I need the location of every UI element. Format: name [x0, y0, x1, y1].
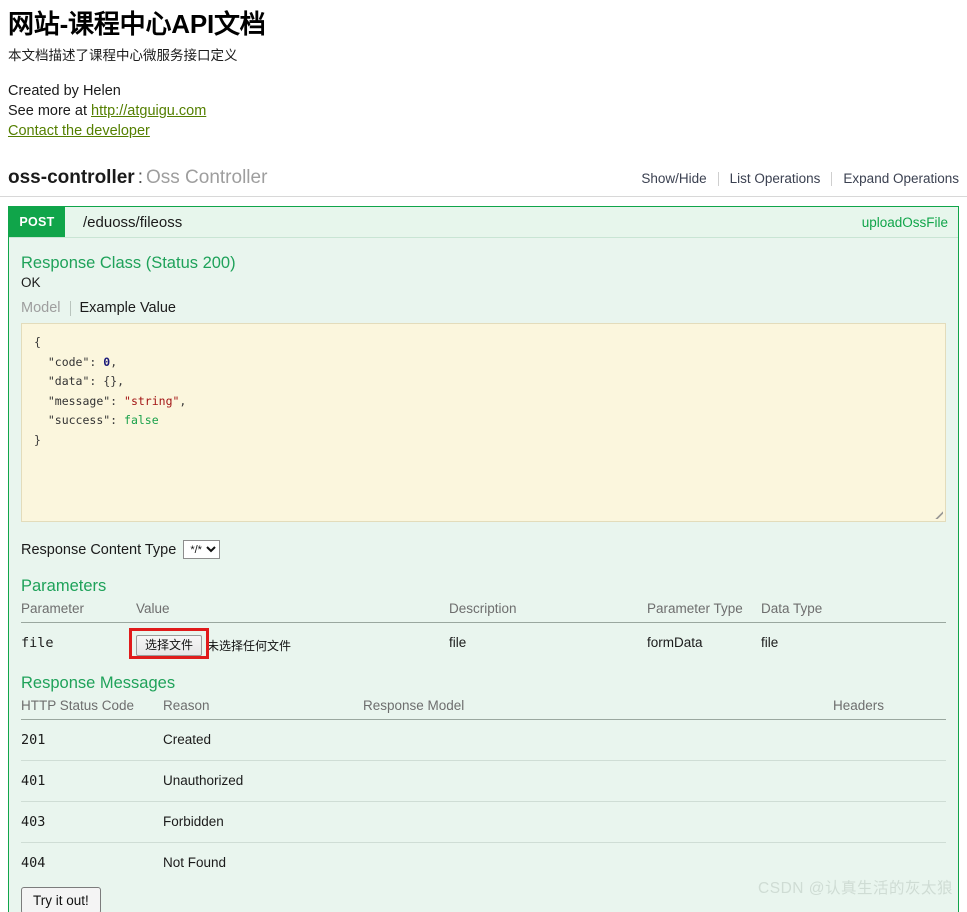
status-headers [833, 760, 946, 803]
response-content-type-label: Response Content Type [21, 541, 177, 558]
status-reason: Created [163, 719, 363, 762]
operation-bar[interactable]: POST /eduoss/fileoss uploadOssFile [9, 207, 958, 238]
try-it-out-button[interactable]: Try it out! [21, 887, 101, 912]
resource-operation-links: Show/Hide List Operations Expand Operati… [641, 171, 959, 186]
contact-line: Contact the developer [8, 122, 959, 142]
api-meta: Created by Helen See more at http://atgu… [8, 82, 959, 141]
operation-body: Response Class (Status 200) OK Model Exa… [9, 237, 958, 912]
see-more-line: See more at http://atguigu.com [8, 102, 959, 122]
operation-path[interactable]: /eduoss/fileoss [65, 207, 862, 237]
code-key-data: "data" [47, 374, 90, 389]
resource-name[interactable]: oss-controller [8, 167, 135, 188]
resource-separator: : [137, 167, 143, 189]
code-value-data: {} [103, 374, 118, 389]
status-headers [833, 719, 946, 762]
status-reason: Forbidden [163, 801, 363, 844]
code-line: "message": "string", [47, 393, 187, 408]
response-class-status: OK [21, 275, 41, 291]
col-parameter-type: Parameter Type [647, 598, 761, 624]
code-line-close: } [34, 431, 933, 451]
see-more-prefix: See more at [8, 103, 92, 119]
model-tabs: Model Example Value [21, 300, 946, 316]
response-messages-table: HTTP Status Code Reason Response Model H… [21, 695, 946, 883]
col-reason: Reason [163, 695, 363, 721]
col-value: Value [136, 598, 449, 624]
table-row: 401 Unauthorized [21, 760, 946, 803]
api-description: 本文档描述了课程中心微服务接口定义 [8, 47, 238, 63]
contact-developer-link[interactable]: Contact the developer [8, 123, 150, 139]
col-parameter: Parameter [21, 598, 136, 624]
code-close-brace: } [34, 432, 41, 447]
code-line: "code": 0, [47, 354, 118, 369]
operation-nickname[interactable]: uploadOssFile [862, 207, 958, 237]
table-row: 201 Created [21, 719, 946, 762]
code-value-message: "string" [124, 393, 180, 408]
code-key-success: "success" [47, 413, 111, 428]
code-comma: , [117, 374, 125, 389]
file-input-wrapper[interactable]: 选择文件 未选择任何文件 [129, 628, 292, 660]
table-row: file 选择文件 未选择任何文件 file formData file [21, 623, 946, 669]
status-code: 201 [21, 719, 163, 762]
resource-description: Oss Controller [145, 167, 268, 189]
tab-model[interactable]: Model [21, 300, 70, 316]
param-description: file [449, 635, 467, 651]
code-value-success: false [124, 413, 159, 428]
table-header-row: Parameter Value Description Parameter Ty… [21, 598, 946, 624]
col-http-status-code: HTTP Status Code [21, 695, 163, 721]
tab-example-value[interactable]: Example Value [71, 300, 185, 316]
param-name: file [21, 635, 54, 652]
http-method-badge: POST [9, 207, 65, 238]
see-more-link[interactable]: http://atguigu.com [91, 103, 206, 119]
response-content-type-select[interactable]: */* [183, 540, 221, 560]
col-data-type: Data Type [761, 598, 946, 624]
status-code: 401 [21, 760, 163, 803]
parameters-title: Parameters [21, 577, 107, 596]
operation-block: POST /eduoss/fileoss uploadOssFile Respo… [8, 206, 959, 912]
response-class-title: Response Class (Status 200) [21, 254, 236, 273]
watermark: CSDN @认真生活的灰太狼 [758, 880, 953, 897]
status-code: 404 [21, 855, 46, 872]
status-reason: Not Found [163, 855, 227, 871]
choose-file-button[interactable]: 选择文件 [136, 635, 203, 657]
show-hide-link[interactable]: Show/Hide [641, 171, 717, 186]
status-model [363, 801, 833, 844]
code-line-open: { [34, 333, 933, 353]
param-value-cell: 选择文件 未选择任何文件 [129, 623, 449, 669]
list-operations-link[interactable]: List Operations [719, 171, 832, 186]
status-reason: Unauthorized [163, 760, 363, 803]
response-messages-title: Response Messages [21, 674, 176, 693]
code-comma: , [110, 354, 118, 369]
param-data-type: file [761, 635, 779, 651]
code-key-message: "message" [47, 393, 111, 408]
col-response-model: Response Model [363, 695, 833, 721]
table-header-row: HTTP Status Code Reason Response Model H… [21, 695, 946, 721]
code-line: "success": false [47, 413, 159, 428]
code-open-brace: { [34, 335, 41, 350]
example-value-code-block[interactable]: { "code": 0, "data": {}, "message": "str… [21, 323, 946, 523]
swagger-ui-page: 网站-课程中心API文档 本文档描述了课程中心微服务接口定义 Created b… [0, 0, 967, 912]
status-headers [833, 801, 946, 844]
col-headers: Headers [833, 695, 946, 721]
resize-handle-icon[interactable] [930, 506, 943, 520]
code-line: "data": {}, [47, 374, 125, 389]
page-title: 网站-课程中心API文档 [8, 9, 266, 39]
col-description: Description [449, 598, 647, 624]
file-status-label: 未选择任何文件 [207, 639, 292, 654]
resource-title-group: oss-controller: Oss Controller [8, 167, 267, 189]
param-type: formData [647, 635, 703, 651]
status-model [363, 760, 833, 803]
expand-operations-link[interactable]: Expand Operations [832, 171, 959, 186]
resource-header: oss-controller: Oss Controller Show/Hide … [0, 167, 967, 198]
code-key-code: "code" [47, 354, 90, 369]
api-header: 网站-课程中心API文档 本文档描述了课程中心微服务接口定义 Created b… [0, 0, 967, 141]
parameters-table: Parameter Value Description Parameter Ty… [21, 598, 946, 668]
status-code: 403 [21, 801, 163, 844]
code-comma: , [179, 393, 187, 408]
status-model [363, 719, 833, 762]
table-row: 403 Forbidden [21, 801, 946, 844]
created-by-label: Created by Helen [8, 83, 121, 100]
response-content-type-row: Response Content Type */* [21, 540, 946, 560]
